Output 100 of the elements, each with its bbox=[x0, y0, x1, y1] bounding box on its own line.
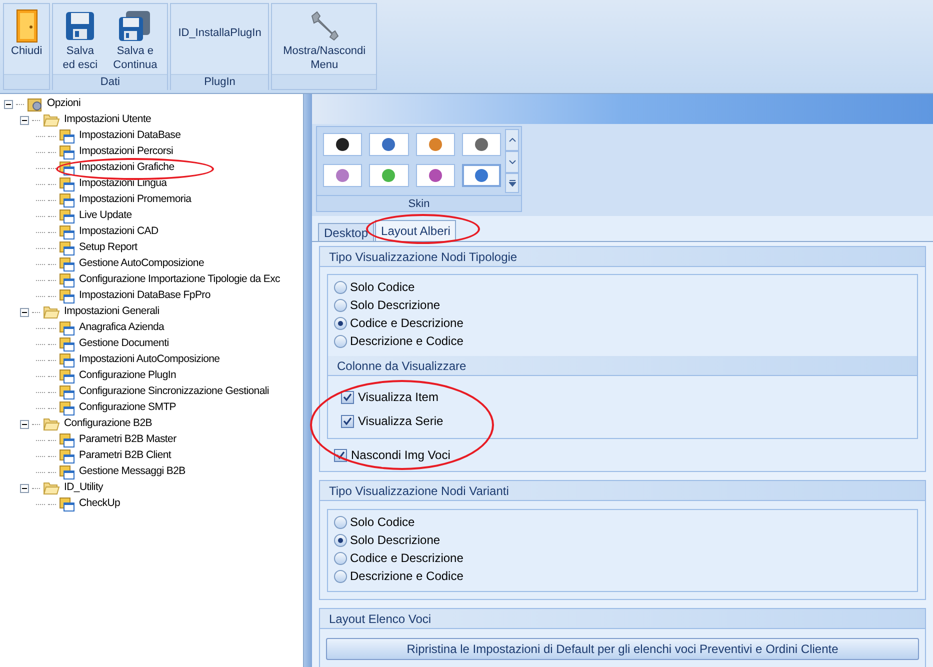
tree-item[interactable]: Configurazione B2B bbox=[63, 416, 152, 432]
tree-item[interactable]: Opzioni bbox=[46, 96, 81, 112]
collapse-toggle[interactable] bbox=[20, 420, 29, 428]
tree-item[interactable]: Gestione Documenti bbox=[78, 336, 169, 352]
folder-window-icon bbox=[59, 144, 75, 160]
folder-window-icon bbox=[59, 336, 75, 352]
tree-item[interactable]: Impostazioni AutoComposizione bbox=[78, 352, 220, 368]
folder-window-icon bbox=[59, 384, 75, 400]
group-header: Tipo Visualizzazione Nodi Tipologie bbox=[320, 247, 925, 267]
folder-window-icon bbox=[59, 160, 75, 176]
radio-label: Solo Codice bbox=[350, 514, 415, 531]
tree-item[interactable]: Parametri B2B Client bbox=[78, 448, 172, 464]
folder-window-icon bbox=[59, 192, 75, 208]
door-icon bbox=[16, 9, 38, 43]
tree-item[interactable]: Impostazioni Generali bbox=[63, 304, 160, 320]
folder-window-icon bbox=[59, 176, 75, 192]
gallery-label: Skin bbox=[317, 195, 521, 211]
tree-item[interactable]: Setup Report bbox=[78, 240, 138, 256]
folder-icon bbox=[43, 481, 60, 495]
ribbon-button[interactable]: ID_InstallaPlugIn bbox=[174, 4, 266, 74]
checkbox-label: Visualizza Serie bbox=[358, 413, 444, 430]
radio-button[interactable] bbox=[334, 534, 347, 546]
radio-button[interactable] bbox=[334, 570, 347, 582]
folder-icon bbox=[43, 113, 60, 127]
tree-item[interactable]: Impostazioni DataBase FpPro bbox=[78, 288, 210, 304]
radio-button[interactable] bbox=[334, 552, 347, 564]
collapse-toggle[interactable] bbox=[20, 116, 29, 124]
group-label: PlugIn bbox=[204, 75, 236, 90]
ribbon-button[interactable]: Salva ed esci bbox=[56, 4, 104, 74]
floppy-disks-icon bbox=[118, 10, 152, 42]
tree-item[interactable]: ID_Utility bbox=[63, 480, 104, 496]
folder-window-icon bbox=[59, 288, 75, 304]
checkbox-label: Visualizza Item bbox=[358, 389, 438, 406]
tree-item[interactable]: Configurazione Importazione Tipologie da Exc bbox=[78, 272, 280, 288]
chevron-up-icon bbox=[508, 138, 516, 142]
folder-window-icon bbox=[59, 368, 75, 384]
tree-item[interactable]: Live Update bbox=[78, 208, 132, 224]
folder-window-icon bbox=[59, 224, 75, 240]
tree-item[interactable]: Gestione Messaggi B2B bbox=[78, 464, 186, 480]
radio-label: Solo Descrizione bbox=[350, 297, 440, 314]
tree-item[interactable]: Parametri B2B Master bbox=[78, 432, 176, 448]
skin-tile[interactable] bbox=[369, 164, 408, 186]
folder-window-icon bbox=[59, 352, 75, 368]
tab[interactable]: Layout Alberi bbox=[375, 220, 456, 241]
folder-window-icon bbox=[59, 464, 75, 480]
tree-item[interactable]: Impostazioni DataBase bbox=[78, 128, 181, 144]
scroll-up-button[interactable] bbox=[505, 129, 519, 151]
scroll-down-button[interactable] bbox=[505, 151, 519, 173]
radio-button[interactable] bbox=[334, 334, 347, 348]
chevron-down-icon bbox=[508, 160, 516, 164]
collapse-toggle[interactable] bbox=[20, 484, 29, 492]
skin-tile[interactable] bbox=[462, 164, 501, 186]
tree-item[interactable]: CheckUp bbox=[78, 496, 120, 512]
ribbon-button[interactable]: Mostra/Nascondi Menu bbox=[275, 4, 374, 74]
folder-icon bbox=[43, 305, 60, 319]
folder-window-icon bbox=[59, 496, 75, 512]
skin-tile[interactable] bbox=[462, 133, 501, 156]
collapse-toggle[interactable] bbox=[4, 100, 13, 108]
ribbon-button[interactable]: Chiudi bbox=[7, 4, 46, 74]
tree-item[interactable]: Impostazioni Promemoria bbox=[78, 192, 192, 208]
radio-button[interactable] bbox=[334, 516, 347, 528]
skin-tile[interactable] bbox=[323, 133, 362, 156]
folder-icon bbox=[43, 417, 60, 431]
tree-item[interactable]: Impostazioni Lingua bbox=[78, 176, 167, 192]
skin-tile[interactable] bbox=[323, 164, 362, 186]
tree-item[interactable]: Impostazioni CAD bbox=[78, 224, 158, 240]
checkbox[interactable] bbox=[341, 390, 354, 404]
tree-item[interactable]: Configurazione PlugIn bbox=[78, 368, 176, 384]
folder-window-icon bbox=[59, 272, 75, 288]
tree-item[interactable]: Impostazioni Percorsi bbox=[78, 144, 174, 160]
tree-item[interactable]: Impostazioni Utente bbox=[63, 112, 152, 128]
group-header: Layout Elenco Voci bbox=[320, 609, 925, 629]
tree-item[interactable]: Configurazione Sincronizzazione Gestionali bbox=[78, 384, 269, 400]
skin-tile[interactable] bbox=[369, 133, 408, 156]
skin-tile[interactable] bbox=[416, 133, 455, 156]
tab[interactable]: Desktop bbox=[318, 223, 374, 241]
checkbox[interactable] bbox=[341, 414, 354, 428]
restore-defaults-button[interactable]: Ripristina le Impostazioni di Default per gli elenchi voci Preventivi e Ordini Cliente bbox=[326, 638, 919, 660]
tree-item[interactable]: Anagrafica Azienda bbox=[78, 320, 164, 336]
folder-window-icon bbox=[59, 240, 75, 256]
checkbox-label: Nascondi Img Voci bbox=[351, 447, 450, 464]
collapse-toggle[interactable] bbox=[20, 308, 29, 316]
radio-button[interactable] bbox=[334, 280, 347, 294]
ribbon-group-footer bbox=[4, 74, 50, 89]
folder-window-icon bbox=[59, 320, 75, 336]
expand-gallery-button[interactable] bbox=[505, 173, 519, 193]
radio-label: Descrizione e Codice bbox=[350, 333, 464, 350]
gear-folder-icon bbox=[27, 96, 43, 112]
radio-button[interactable] bbox=[334, 298, 347, 312]
ribbon-button[interactable]: Salva e Continua bbox=[106, 4, 164, 74]
skin-tile[interactable] bbox=[416, 164, 455, 186]
radio-label: Descrizione e Codice bbox=[350, 568, 464, 585]
group-header: Colonne da Visualizzare bbox=[328, 356, 917, 376]
radio-label: Codice e Descrizione bbox=[350, 315, 464, 332]
group-header: Tipo Visualizzazione Nodi Varianti bbox=[320, 481, 925, 501]
tree-item[interactable]: Impostazioni Grafiche bbox=[78, 160, 174, 176]
tree-item[interactable]: Gestione AutoComposizione bbox=[78, 256, 204, 272]
radio-button[interactable] bbox=[334, 316, 347, 330]
tree-item[interactable]: Configurazione SMTP bbox=[78, 400, 176, 416]
group-label: Dati bbox=[100, 75, 120, 90]
